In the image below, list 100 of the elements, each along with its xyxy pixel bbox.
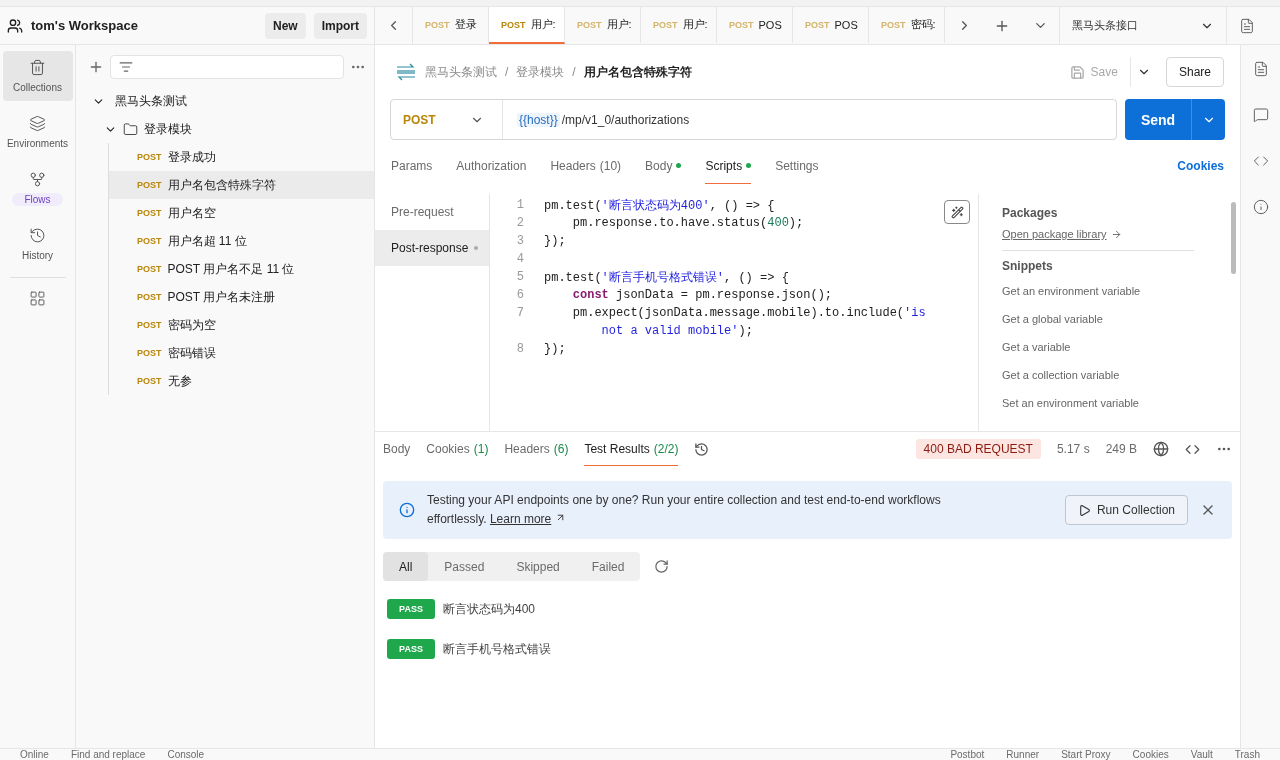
snippet-item[interactable]: Get a collection variable (1002, 361, 1240, 389)
test-name: 断言手机号格式错误 (443, 640, 551, 658)
filter-field[interactable] (110, 55, 344, 79)
snippet-item[interactable]: Get a global variable (1002, 305, 1240, 333)
code-line: not a valid mobile'); (600, 324, 753, 338)
variables-icon[interactable] (1239, 17, 1255, 34)
response-size: 249 B (1105, 442, 1137, 456)
response-tab[interactable]: Body (383, 432, 411, 466)
breadcrumb-separator: / (572, 65, 576, 79)
line-number: 6 (515, 288, 525, 302)
filter-tab[interactable]: Passed (428, 552, 501, 581)
grid-icon[interactable] (29, 290, 46, 307)
status-item[interactable]: Runner (1006, 749, 1040, 760)
status-item[interactable]: Find and replace (70, 749, 146, 760)
request-item[interactable]: POST 密码为空 (109, 311, 374, 339)
request-section-tab[interactable]: Headers (10) (550, 148, 622, 184)
request-tab[interactable]: POST 用户: (565, 7, 641, 44)
request-section-tab[interactable]: Body (645, 148, 682, 184)
script-tab[interactable]: Post-response (375, 230, 489, 266)
request-section-tab[interactable]: Authorization (456, 148, 527, 184)
request-item[interactable]: POST POST 用户名未注册 (109, 283, 374, 311)
status-item[interactable]: Cookies (1132, 749, 1169, 760)
response-tab[interactable]: Cookies (1) (426, 432, 489, 466)
status-item[interactable]: Postbot (950, 749, 985, 760)
snippet-item[interactable]: Set an environment variable (1002, 389, 1240, 417)
request-item[interactable]: POST 密码错误 (109, 339, 374, 367)
request-tab[interactable]: POST 密码: (869, 7, 945, 44)
code-line: }); (544, 342, 566, 356)
status-item[interactable]: Trash (1234, 749, 1260, 760)
request-tab[interactable]: POST 用户: (641, 7, 717, 44)
import-button[interactable]: Import (313, 12, 367, 39)
status-item[interactable]: Start Proxy (1061, 749, 1111, 760)
new-button[interactable]: New (264, 12, 306, 39)
plus-icon[interactable] (88, 59, 104, 75)
collection-name[interactable]: 黑马头条测试 (115, 92, 187, 110)
share-button[interactable]: Share (1165, 57, 1224, 87)
filter-tab[interactable]: All (383, 552, 429, 581)
url-field[interactable]: POST {{host}} /mp/v1_0/authorizations (390, 99, 1117, 140)
section-title: Packages (1002, 205, 1059, 222)
refresh-icon[interactable] (654, 559, 670, 574)
response-tab[interactable]: Test Results (2/2) (584, 432, 679, 466)
breadcrumb-item[interactable]: 登录模块 (516, 63, 565, 81)
filter-tab[interactable]: Skipped (500, 552, 576, 581)
sidebar-label: Collections (13, 80, 62, 94)
status-item[interactable]: Console (167, 749, 205, 760)
sidebar-label: History (21, 248, 54, 262)
history-icon (29, 226, 46, 244)
workspace-icon (7, 17, 23, 34)
request-tab[interactable]: POST POS (793, 7, 869, 44)
result-badge: PASS (387, 599, 435, 619)
breadcrumb-item[interactable]: 黑马头条测试 (425, 63, 497, 81)
request-section-tab[interactable]: Scripts (705, 148, 752, 184)
globe-icon[interactable] (1153, 441, 1169, 457)
line-number: 7 (515, 306, 525, 320)
line-number: 2 (515, 216, 525, 230)
folder-name[interactable]: 登录模块 (144, 120, 192, 138)
environment-select[interactable]: 黑马头条接口 (1059, 7, 1227, 44)
request-item[interactable]: POST 用户名超 11 位 (109, 227, 374, 255)
request-item[interactable]: POST 无参 (109, 367, 374, 395)
request-section-tab[interactable]: Settings (775, 148, 819, 184)
status-badge: 400 BAD REQUEST (915, 439, 1041, 459)
info-icon (399, 502, 415, 518)
info-icon[interactable] (1252, 199, 1269, 215)
sidebar-item[interactable]: Collections (2, 51, 73, 101)
comment-icon[interactable] (1252, 107, 1269, 123)
status-item[interactable]: Vault (1190, 749, 1213, 760)
request-item[interactable]: POST 登录成功 (109, 143, 374, 171)
status-item[interactable]: Online (20, 749, 49, 760)
request-section-tab[interactable]: Params (391, 148, 433, 184)
request-item[interactable]: POST 用户名空 (109, 199, 374, 227)
sidebar-item[interactable]: Flows (2, 163, 73, 213)
code-line: const jsonData = pm.response.json(); (571, 288, 833, 302)
beautify-button[interactable] (944, 200, 970, 224)
code-icon[interactable] (1252, 153, 1269, 169)
section-title: Snippets (1002, 258, 1054, 275)
request-tab[interactable]: POST POS (717, 7, 793, 44)
response-time: 5.17 s (1056, 442, 1090, 456)
history-icon[interactable] (694, 441, 710, 457)
learn-more-link[interactable]: Learn more (489, 512, 552, 526)
sidebar-item[interactable]: Environments (2, 107, 73, 157)
request-item[interactable]: POST POST 用户名不足 11 位 (109, 255, 374, 283)
cookies-link[interactable]: Cookies (1177, 159, 1224, 173)
response-tab[interactable]: Headers (6) (504, 432, 569, 466)
environments-icon (29, 114, 46, 132)
code-line: pm.expect(jsonData.message.mobile).to.include('is (571, 306, 926, 320)
filter-tab[interactable]: Failed (575, 552, 641, 581)
workspace-name[interactable]: tom's Workspace (31, 18, 257, 33)
snippet-item[interactable]: Get a variable (1002, 333, 1240, 361)
snippet-item[interactable]: Get an environment variable (1002, 277, 1240, 305)
scrollbar[interactable] (1231, 202, 1236, 274)
document-icon[interactable] (1252, 61, 1269, 77)
script-tab[interactable]: Pre-request (375, 194, 489, 230)
sidebar-item[interactable]: History (2, 219, 73, 269)
request-item[interactable]: POST 用户名包含特殊字符 (109, 171, 374, 199)
run-collection-button[interactable]: Run Collection (1064, 495, 1188, 525)
arrow-right-icon (1110, 228, 1122, 240)
line-number: 4 (515, 252, 525, 266)
package-library-link[interactable]: Open package library (1002, 224, 1240, 244)
request-tab[interactable]: POST 用户: (489, 7, 565, 44)
method-select[interactable]: POST (391, 100, 503, 139)
